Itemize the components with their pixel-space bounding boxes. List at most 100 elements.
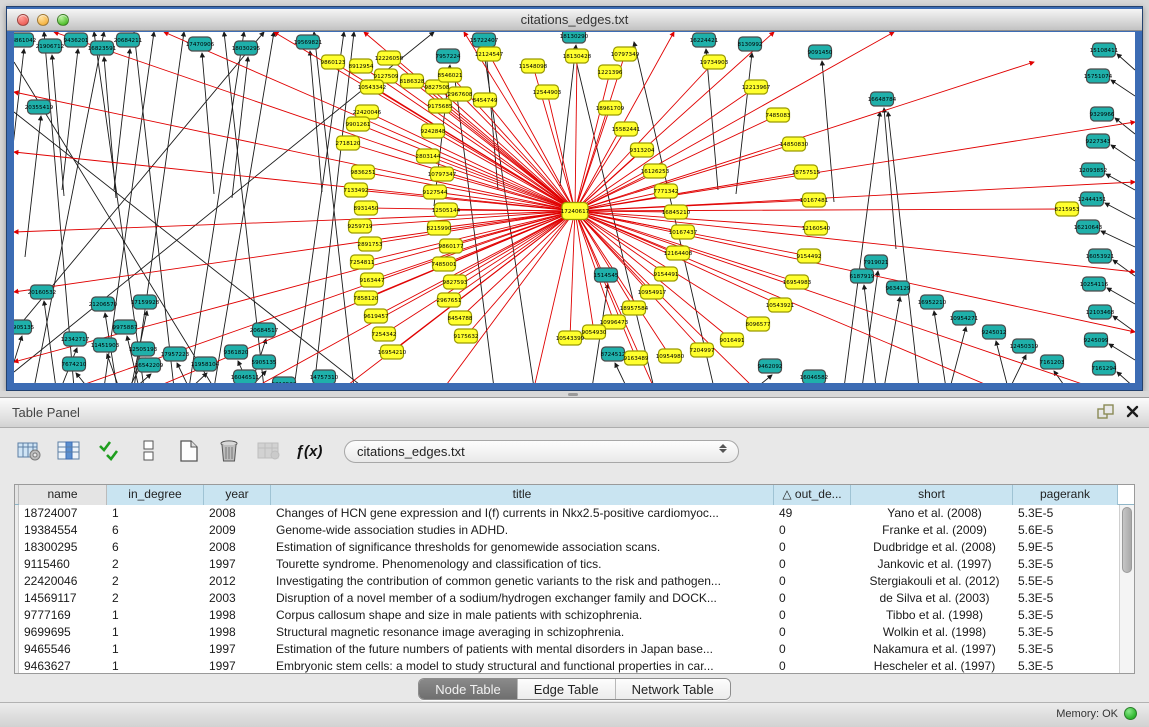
table-cell[interactable]: Changes of HCN gene expression and I(f) … [271, 505, 774, 522]
table-body[interactable]: 18724007 1 2008Changes of HCN gene express… [15, 505, 1134, 674]
graph-node-yellow[interactable]: 17240617 [561, 203, 590, 220]
graph-node-teal[interactable]: 7957224 [436, 49, 461, 63]
table-cell[interactable]: Tourette syndrome. Phenomenology and cla… [271, 556, 774, 573]
table-cell[interactable]: 5.3E-5 [1013, 641, 1118, 658]
table-row[interactable]: 2242004622012Investigating the contribut… [15, 573, 1134, 590]
graph-node-yellow[interactable]: 18961709 [596, 101, 625, 115]
table-cell[interactable]: 1 [107, 607, 204, 624]
graph-node-teal[interactable]: 14757310 [310, 370, 339, 383]
graph-node-teal[interactable]: 7919021 [864, 255, 889, 269]
table-row[interactable]: 946362711997Embryonic stem cells: a mode… [15, 658, 1134, 674]
graph-node-yellow[interactable]: 10797349 [611, 47, 640, 61]
graph-node-yellow[interactable]: 8546021 [438, 68, 463, 82]
table-cell[interactable]: 0 [774, 590, 851, 607]
table-cell[interactable]: 19384554 [19, 522, 107, 539]
table-cell[interactable]: 5.3E-5 [1013, 590, 1118, 607]
graph-node-yellow[interactable]: 12160540 [802, 221, 831, 235]
show-columns-icon[interactable] [56, 438, 82, 464]
table-cell[interactable]: Yano et al. (2008) [851, 505, 1013, 522]
table-row[interactable]: 911546021997Tourette syndrome. Phenomeno… [15, 556, 1134, 573]
table-cell[interactable]: 9777169 [19, 607, 107, 624]
table-cell[interactable]: 2003 [204, 590, 271, 607]
graph-node-yellow[interactable]: 9175685 [428, 99, 453, 113]
graph-node-teal[interactable]: 16224421 [690, 33, 719, 47]
graph-node-teal[interactable]: 16823591 [88, 41, 117, 55]
graph-node-yellow[interactable]: 10167437 [669, 225, 698, 239]
table-cell[interactable]: Embryonic stem cells: a model to study s… [271, 658, 774, 674]
table-cell[interactable]: 2008 [204, 539, 271, 556]
graph-node-yellow[interactable]: 12213967 [742, 80, 771, 94]
graph-node-yellow[interactable]: 7254342 [372, 327, 397, 341]
graph-node-yellow[interactable]: 10543399 [556, 331, 585, 345]
graph-node-teal[interactable]: 1514545 [594, 268, 619, 282]
graph-node-yellow[interactable]: 9154491 [654, 267, 679, 281]
table-cell[interactable]: 22420046 [19, 573, 107, 590]
delete-column-icon[interactable] [216, 438, 242, 464]
graph-node-teal[interactable]: 8130992 [738, 37, 763, 51]
table-cell[interactable]: 6 [107, 522, 204, 539]
table-cell[interactable]: Corpus callosum shape and size in male p… [271, 607, 774, 624]
graph-node-yellow[interactable]: 12226058 [375, 51, 404, 65]
graph-node-yellow[interactable]: 14850830 [780, 137, 809, 151]
graph-node-yellow[interactable]: 1221396 [598, 65, 623, 79]
table-cell[interactable]: Stergiakouli et al. (2012) [851, 573, 1013, 590]
graph-node-yellow[interactable]: 10797347 [428, 167, 457, 181]
table-cell[interactable]: 5.3E-5 [1013, 607, 1118, 624]
graph-node-yellow[interactable]: 12544903 [533, 85, 562, 99]
table-row[interactable]: 946554611997Estimation of the future num… [15, 641, 1134, 658]
table-cell[interactable]: 1 [107, 641, 204, 658]
graph-node-teal[interactable]: 15108411 [1090, 43, 1119, 57]
graph-node-yellow[interactable]: 9163489 [624, 351, 649, 365]
column-header-5[interactable]: short [851, 485, 1013, 505]
graph-node-teal[interactable]: 10254116 [1080, 277, 1109, 291]
graph-node-yellow[interactable]: 2718120 [336, 136, 361, 150]
table-cell[interactable]: 9465546 [19, 641, 107, 658]
node-table[interactable]: namein_degreeyeartitle△ out_de...shortpa… [14, 484, 1135, 674]
table-cell[interactable]: 5.3E-5 [1013, 556, 1118, 573]
graph-node-teal[interactable]: 9810533 [272, 377, 297, 383]
graph-node-teal[interactable]: 16542209 [135, 358, 164, 372]
table-cell[interactable]: 2 [107, 556, 204, 573]
graph-node-teal[interactable]: 12444151 [1078, 192, 1107, 206]
table-cell[interactable]: Wolkin et al. (1998) [851, 624, 1013, 641]
graph-node-yellow[interactable]: 7771342 [654, 184, 679, 198]
graph-node-yellow[interactable]: 8215990 [427, 221, 452, 235]
column-header-0[interactable]: name [19, 485, 107, 505]
table-row[interactable]: 1938455462009Genome-wide association stu… [15, 522, 1134, 539]
graph-node-teal[interactable]: 12450319 [1010, 339, 1039, 353]
table-selector-dropdown[interactable]: citations_edges.txt [344, 440, 739, 463]
graph-node-teal[interactable]: 10954271 [950, 311, 979, 325]
graph-node-teal[interactable]: 15722407 [470, 33, 499, 47]
graph-node-teal[interactable]: 9436201 [64, 33, 89, 47]
graph-node-yellow[interactable]: 11548098 [519, 59, 548, 73]
graph-node-yellow[interactable]: 18130428 [563, 49, 592, 63]
graph-node-teal[interactable]: 12093852 [1079, 163, 1107, 177]
graph-node-yellow[interactable]: 7858120 [354, 291, 379, 305]
table-cell[interactable]: 1 [107, 624, 204, 641]
table-cell[interactable]: Structural magnetic resonance image aver… [271, 624, 774, 641]
table-cell[interactable]: 5.3E-5 [1013, 658, 1118, 674]
splitter-grip[interactable] [568, 393, 578, 396]
column-header-1[interactable]: in_degree [107, 485, 204, 505]
graph-node-teal[interactable]: 20355419 [25, 100, 54, 114]
delete-table-icon[interactable] [256, 438, 282, 464]
graph-node-yellow[interactable]: 16126253 [641, 164, 670, 178]
table-cell[interactable]: 49 [774, 505, 851, 522]
graph-node-yellow[interactable]: 9175632 [454, 329, 479, 343]
table-cell[interactable]: 18724007 [19, 505, 107, 522]
table-vertical-scrollbar[interactable] [1119, 505, 1134, 673]
table-header-row[interactable]: namein_degreeyeartitle△ out_de...shortpa… [15, 485, 1134, 505]
graph-node-yellow[interactable]: 18957584 [620, 301, 649, 315]
graph-node-teal[interactable]: 5905135 [252, 355, 277, 369]
table-cell[interactable]: Nakamura et al. (1997) [851, 641, 1013, 658]
close-panel-icon[interactable] [1126, 405, 1139, 418]
graph-node-yellow[interactable]: 8912954 [349, 59, 374, 73]
graph-node-teal[interactable]: 19569821 [294, 35, 323, 49]
graph-node-yellow[interactable]: 7485083 [766, 108, 791, 122]
graph-node-yellow[interactable]: 10543342 [358, 80, 386, 94]
tab-edge-table[interactable]: Edge Table [517, 679, 615, 699]
column-header-3[interactable]: title [271, 485, 774, 505]
table-cell[interactable]: 6 [107, 539, 204, 556]
graph-node-yellow[interactable]: 9619457 [364, 309, 389, 323]
table-cell[interactable]: 0 [774, 539, 851, 556]
